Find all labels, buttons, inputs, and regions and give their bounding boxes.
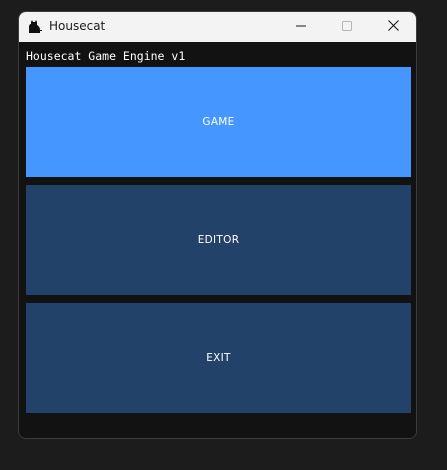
title-bar[interactable]: Housecat [19, 12, 416, 42]
window-content: Housecat Game Engine v1 GAME EDITOR EXIT [19, 42, 416, 438]
engine-version-label: Housecat Game Engine v1 [26, 49, 186, 63]
exit-button-label: EXIT [206, 352, 231, 364]
window-title: Housecat [49, 19, 106, 33]
cat-icon [27, 18, 43, 34]
close-icon [387, 18, 399, 36]
game-button-label: GAME [202, 116, 235, 128]
minimize-icon [296, 18, 306, 36]
editor-button[interactable]: EDITOR [26, 185, 411, 295]
game-button[interactable]: GAME [26, 67, 411, 177]
maximize-icon [342, 18, 352, 36]
editor-button-label: EDITOR [197, 234, 240, 246]
exit-button[interactable]: EXIT [26, 303, 411, 413]
minimize-button[interactable] [278, 12, 324, 42]
app-window: Housecat Housecat Game Engine v1 GAME ED… [18, 11, 417, 439]
close-button[interactable] [370, 12, 416, 42]
maximize-button[interactable] [324, 12, 370, 42]
